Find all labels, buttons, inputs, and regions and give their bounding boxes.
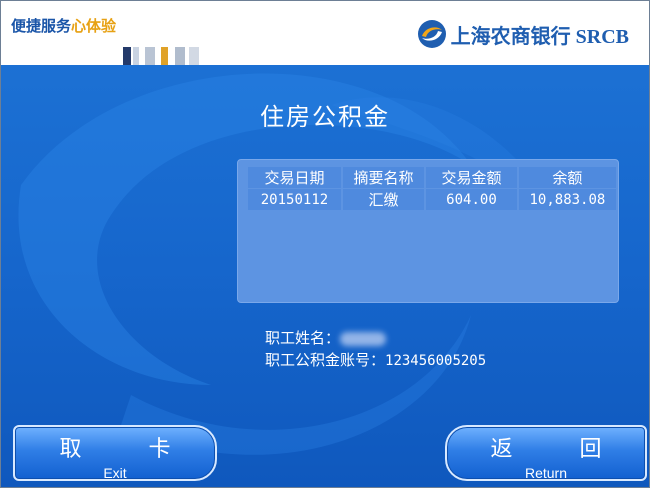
table-row: 20150112 汇缴 604.00 10,883.08 bbox=[248, 189, 616, 210]
employee-name-redacted bbox=[340, 331, 387, 346]
employee-name-line: 职工姓名： bbox=[265, 327, 387, 348]
transaction-panel: 交易日期 摘要名称 交易金额 余额 20150112 汇缴 604.00 10,… bbox=[237, 159, 619, 303]
column-header-amount: 交易金额 bbox=[426, 167, 517, 188]
return-button-label: 返 回 bbox=[490, 437, 632, 462]
employee-account-label: 职工公积金账号： bbox=[265, 351, 386, 369]
header-bar: 便捷服务心体验 上海农商银行 SRCB bbox=[1, 1, 649, 65]
page-title: 住房公积金 bbox=[260, 103, 390, 131]
cell-summary: 汇缴 bbox=[342, 189, 425, 210]
cell-date: 20150112 bbox=[248, 189, 341, 210]
cell-amount: 604.00 bbox=[426, 189, 517, 210]
return-button-sublabel: Return bbox=[524, 465, 568, 481]
bank-logo: 上海农商银行 SRCB bbox=[417, 17, 629, 51]
cell-balance: 10,883.08 bbox=[518, 189, 616, 210]
slogan-main: 便捷服务 bbox=[11, 17, 72, 35]
srcb-logo-icon bbox=[417, 20, 446, 48]
exit-button-sublabel: Exit bbox=[103, 465, 127, 481]
exit-button[interactable]: 取 卡 Exit bbox=[13, 425, 217, 481]
transaction-table: 交易日期 摘要名称 交易金额 余额 20150112 汇缴 604.00 10,… bbox=[246, 166, 618, 211]
employee-account-value: 123456005205 bbox=[385, 353, 487, 369]
employee-name-label: 职工姓名： bbox=[265, 329, 341, 347]
return-button[interactable]: 返 回 Return bbox=[445, 425, 647, 481]
employee-account-line: 职工公积金账号：123456005205 bbox=[265, 349, 486, 370]
table-header-row: 交易日期 摘要名称 交易金额 余额 bbox=[248, 167, 616, 188]
exit-button-label: 取 卡 bbox=[59, 437, 201, 462]
bank-name: 上海农商银行 SRCB bbox=[450, 25, 629, 48]
column-header-summary: 摘要名称 bbox=[342, 167, 425, 188]
slogan-accent: 心体验 bbox=[71, 17, 117, 35]
slogan: 便捷服务心体验 bbox=[11, 15, 116, 36]
column-header-balance: 余额 bbox=[518, 167, 616, 188]
column-header-date: 交易日期 bbox=[248, 167, 341, 188]
atm-screen: 便捷服务心体验 上海农商银行 SRCB 住房公积金 交易日期 摘要名称 交易金额… bbox=[0, 0, 650, 488]
